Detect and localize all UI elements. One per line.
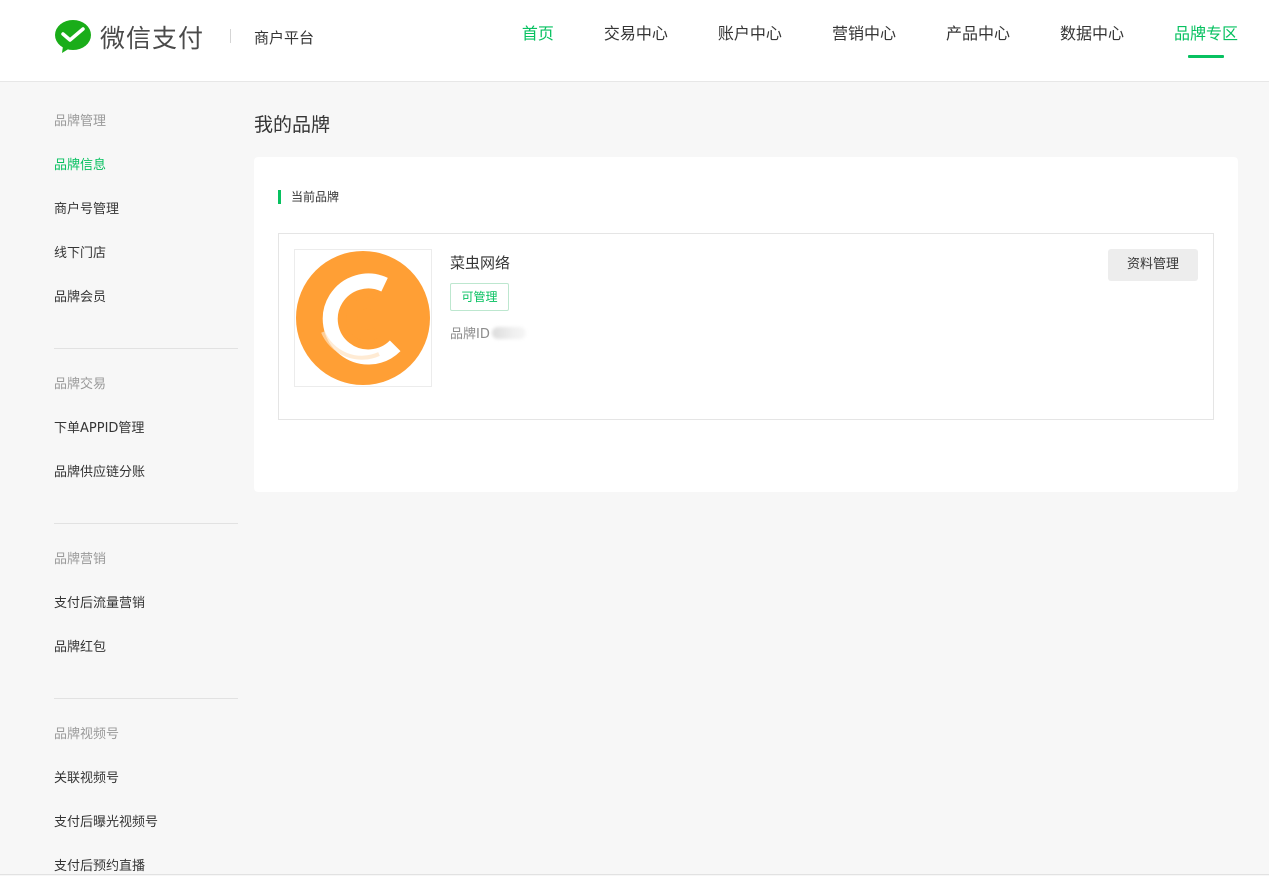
brand-id-value-redacted: [491, 326, 526, 339]
nav-label: 交易中心: [603, 24, 668, 43]
wechat-pay-logo[interactable]: 微信支付: [54, 19, 204, 55]
sidebar-item-post-payment-live-reservation[interactable]: 支付后预约直播: [54, 845, 238, 876]
nav-home[interactable]: 首页: [522, 24, 554, 58]
sidebar-item-brand-red-packet[interactable]: 品牌红包: [54, 626, 238, 670]
nav-label: 品牌专区: [1173, 24, 1238, 43]
sidebar-item-brand-members[interactable]: 品牌会员: [54, 276, 238, 320]
top-header: 微信支付 商户平台 首页 交易中心 账户中心 营销中心 产品中心 数据中心 品牌…: [0, 0, 1269, 82]
nav-label: 营销中心: [831, 24, 896, 43]
page-title: 我的品牌: [254, 114, 331, 136]
brand-card: 当前品牌 菜虫网络 可管理 品牌ID 资料管理: [254, 157, 1238, 492]
section-header: 当前品牌: [278, 188, 339, 205]
nav-label: 产品中心: [945, 24, 1010, 43]
manageable-badge: 可管理: [450, 283, 509, 311]
sidebar-item-brand-info[interactable]: 品牌信息: [54, 144, 238, 188]
section-title: 当前品牌: [291, 190, 340, 204]
nav-trade-center[interactable]: 交易中心: [604, 24, 668, 58]
sidebar-group-brand-trade: 品牌交易 下单APPID管理 品牌供应链分账: [54, 348, 238, 503]
active-nav-underline: [1187, 55, 1224, 58]
brand-id: 品牌ID: [450, 323, 526, 342]
sidebar-group-brand-channels: 品牌视频号 关联视频号 支付后曝光视频号 支付后预约直播: [54, 698, 238, 876]
brand-item: 菜虫网络 可管理 品牌ID 资料管理: [278, 233, 1214, 420]
sidebar-group-brand-marketing: 品牌营销 支付后流量营销 品牌红包: [54, 523, 238, 678]
logo-text: 微信支付: [100, 24, 205, 53]
brand-c-logo: [296, 251, 430, 385]
nav-account-center[interactable]: 账户中心: [718, 24, 782, 58]
sidebar-item-linked-channels[interactable]: 关联视频号: [54, 757, 238, 801]
nav-label: 数据中心: [1059, 24, 1124, 43]
platform-name: 商户平台: [254, 29, 315, 47]
brand-logo: [294, 249, 432, 387]
main-nav: 首页 交易中心 账户中心 营销中心 产品中心 数据中心 品牌专区: [472, 24, 1238, 58]
sidebar-group-brand-management: 品牌管理 品牌信息 商户号管理 线下门店 品牌会员: [54, 100, 238, 328]
sidebar-item-post-payment-channel-exposure[interactable]: 支付后曝光视频号: [54, 801, 238, 845]
brand-id-label: 品牌ID: [450, 327, 490, 342]
sidebar-group-title: 品牌营销: [54, 552, 107, 567]
footer-divider: [0, 874, 1269, 875]
wechat-pay-logo-icon: [55, 20, 91, 53]
header-divider: [230, 29, 231, 43]
nav-brand-zone[interactable]: 品牌专区: [1174, 24, 1238, 58]
nav-label: 账户中心: [717, 24, 782, 43]
section-accent-bar: [278, 189, 281, 204]
sidebar-group-title: 品牌视频号: [54, 727, 120, 742]
sidebar-group-title: 品牌管理: [54, 114, 107, 129]
nav-data-center[interactable]: 数据中心: [1060, 24, 1124, 58]
brand-name: 菜虫网络: [450, 254, 511, 272]
sidebar-item-supply-chain-split[interactable]: 品牌供应链分账: [54, 451, 238, 495]
nav-product-center[interactable]: 产品中心: [946, 24, 1010, 58]
sidebar-group-title: 品牌交易: [54, 377, 107, 392]
sidebar-item-merchant-id-management[interactable]: 商户号管理: [54, 188, 238, 232]
sidebar: 品牌管理 品牌信息 商户号管理 线下门店 品牌会员 品牌交易 下单APPID管理…: [54, 100, 238, 876]
sidebar-item-offline-stores[interactable]: 线下门店: [54, 232, 238, 276]
sidebar-item-appid-management[interactable]: 下单APPID管理: [54, 407, 238, 451]
manage-profile-button[interactable]: 资料管理: [1108, 249, 1198, 281]
sidebar-item-post-payment-traffic[interactable]: 支付后流量营销: [54, 582, 238, 626]
nav-label: 首页: [521, 24, 554, 43]
nav-marketing-center[interactable]: 营销中心: [832, 24, 896, 58]
